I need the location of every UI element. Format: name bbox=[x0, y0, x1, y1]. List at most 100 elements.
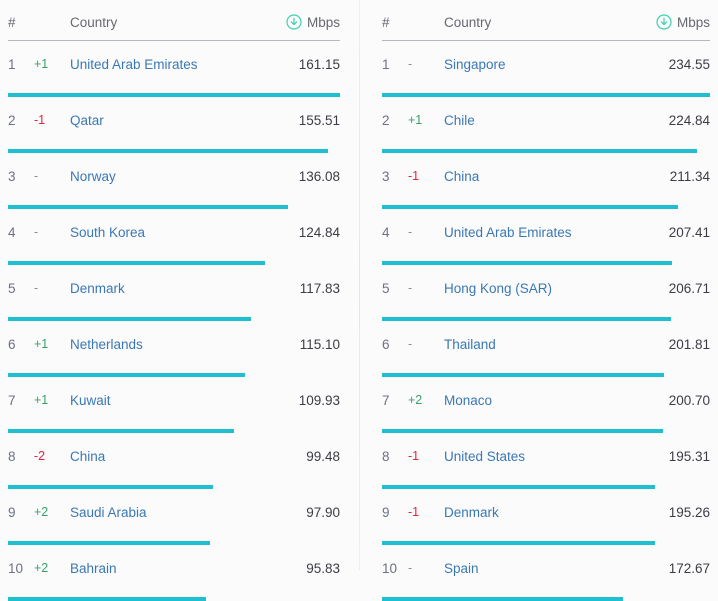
table-row[interactable]: 5-Hong Kong (SAR)206.71 bbox=[382, 265, 710, 303]
table-row[interactable]: 3-Norway136.08 bbox=[8, 153, 340, 191]
ranking-rows-left: 1 +1 United Arab Emirates161.15 2-1Qatar155… bbox=[8, 41, 340, 601]
country-link[interactable]: South Korea bbox=[70, 225, 266, 240]
speed-bar-fill bbox=[8, 205, 288, 209]
rank-change-indicator: - bbox=[34, 281, 70, 295]
table-header-left: # Country Mbps bbox=[8, 0, 340, 40]
table-row[interactable]: 8-1United States195.31 bbox=[382, 433, 710, 471]
speed-value: 117.83 bbox=[266, 281, 340, 296]
table-row[interactable]: 6+1Netherlands115.10 bbox=[8, 321, 340, 359]
speed-bar-fill bbox=[382, 149, 697, 153]
speed-value: 161.15 bbox=[266, 57, 340, 72]
rank-change-indicator: +1 bbox=[408, 113, 444, 127]
country-link[interactable]: Singapore bbox=[444, 57, 636, 72]
table-row[interactable]: 1+1United Arab Emirates161.15 bbox=[8, 41, 340, 79]
rank-change-indicator: -1 bbox=[408, 505, 444, 519]
ranking-rows-right: 1-Singapore234.55 2+1Chile224.84 3-1China2… bbox=[382, 41, 710, 601]
rank-number: 10 bbox=[8, 561, 34, 576]
speed-bar-fill bbox=[382, 93, 710, 97]
table-row[interactable]: 7+2Monaco200.70 bbox=[382, 377, 710, 415]
speed-bar-track bbox=[382, 485, 710, 489]
rank-number: 7 bbox=[382, 393, 408, 408]
rank-number: 1 bbox=[8, 57, 34, 72]
table-row[interactable]: 6-Thailand201.81 bbox=[382, 321, 710, 359]
speed-bar-track bbox=[382, 597, 710, 601]
country-link[interactable]: China bbox=[444, 169, 636, 184]
header-rank: # bbox=[382, 15, 408, 30]
table-row[interactable]: 2+1Chile224.84 bbox=[382, 97, 710, 135]
speed-bar-track bbox=[8, 205, 340, 209]
rank-number: 8 bbox=[382, 449, 408, 464]
speed-value: 206.71 bbox=[636, 281, 710, 296]
rank-number: 9 bbox=[8, 505, 34, 520]
header-value-label: Mbps bbox=[677, 15, 710, 30]
download-circle-icon bbox=[286, 14, 302, 30]
country-link[interactable]: Netherlands bbox=[70, 337, 266, 352]
country-link[interactable]: Hong Kong (SAR) bbox=[444, 281, 636, 296]
speed-bar-fill bbox=[8, 93, 340, 97]
table-row[interactable]: 3-1China211.34 bbox=[382, 153, 710, 191]
table-row[interactable]: 5-Denmark117.83 bbox=[8, 265, 340, 303]
country-link[interactable]: Bahrain bbox=[70, 561, 266, 576]
speed-bar-fill bbox=[382, 317, 671, 321]
rank-number: 5 bbox=[382, 281, 408, 296]
vertical-divider bbox=[359, 0, 360, 570]
table-row[interactable]: 9-1Denmark195.26 bbox=[382, 489, 710, 527]
speed-bar-fill bbox=[8, 261, 265, 265]
speed-bar-fill bbox=[382, 541, 655, 545]
table-row[interactable]: 10-Spain172.67 bbox=[382, 545, 710, 583]
speed-bar-fill bbox=[8, 317, 251, 321]
country-link[interactable]: Kuwait bbox=[70, 393, 266, 408]
table-row[interactable]: 4-United Arab Emirates207.41 bbox=[382, 209, 710, 247]
table-row[interactable]: 8-2China99.48 bbox=[8, 433, 340, 471]
speed-value: 109.93 bbox=[266, 393, 340, 408]
rank-number: 6 bbox=[382, 337, 408, 352]
table-row[interactable]: 9+2Saudi Arabia97.90 bbox=[8, 489, 340, 527]
country-link[interactable]: Spain bbox=[444, 561, 636, 576]
table-row[interactable]: 2-1Qatar155.51 bbox=[8, 97, 340, 135]
rank-change-indicator: +2 bbox=[34, 561, 70, 575]
table-row[interactable]: 4-South Korea124.84 bbox=[8, 209, 340, 247]
speed-bar-fill bbox=[382, 373, 664, 377]
speed-bar-fill bbox=[8, 485, 213, 489]
header-value[interactable]: Mbps bbox=[638, 14, 710, 30]
country-link[interactable]: United States bbox=[444, 449, 636, 464]
speed-value: 97.90 bbox=[266, 505, 340, 520]
speed-bar-track bbox=[382, 93, 710, 97]
speed-bar-fill bbox=[382, 485, 655, 489]
rank-change-indicator: - bbox=[408, 561, 444, 575]
country-link[interactable]: Monaco bbox=[444, 393, 636, 408]
country-link[interactable]: Saudi Arabia bbox=[70, 505, 266, 520]
table-row[interactable]: 10+2Bahrain95.83 bbox=[8, 545, 340, 583]
rank-change-indicator: +1 bbox=[34, 393, 70, 407]
speed-bar-track bbox=[8, 261, 340, 265]
speed-value: 99.48 bbox=[266, 449, 340, 464]
speed-bar-track bbox=[382, 373, 710, 377]
country-link[interactable]: China bbox=[70, 449, 266, 464]
country-link[interactable]: Thailand bbox=[444, 337, 636, 352]
speed-value: 224.84 bbox=[636, 113, 710, 128]
speed-bar-fill bbox=[382, 261, 672, 265]
rank-change-indicator: - bbox=[408, 225, 444, 239]
speed-bar-track bbox=[8, 429, 340, 433]
rank-change-indicator: - bbox=[408, 337, 444, 351]
rank-change-indicator: +2 bbox=[34, 505, 70, 519]
rank-number: 9 bbox=[382, 505, 408, 520]
country-link[interactable]: Denmark bbox=[70, 281, 266, 296]
country-link[interactable]: Qatar bbox=[70, 113, 266, 128]
speed-bar-track bbox=[382, 541, 710, 545]
ranking-panel-left: # Country Mbps 1 +1 United Arab Emirates bbox=[0, 0, 350, 570]
header-value[interactable]: Mbps bbox=[268, 14, 340, 30]
speed-bar-fill bbox=[8, 373, 245, 377]
speed-ranking-board: # Country Mbps 1 +1 United Arab Emirates bbox=[0, 0, 718, 570]
country-link[interactable]: Chile bbox=[444, 113, 636, 128]
country-link[interactable]: United Arab Emirates bbox=[70, 57, 266, 72]
country-link[interactable]: Denmark bbox=[444, 505, 636, 520]
speed-value: 172.67 bbox=[636, 561, 710, 576]
download-circle-icon bbox=[656, 14, 672, 30]
table-row[interactable]: 7+1Kuwait109.93 bbox=[8, 377, 340, 415]
country-link[interactable]: United Arab Emirates bbox=[444, 225, 636, 240]
table-row[interactable]: 1-Singapore234.55 bbox=[382, 41, 710, 79]
country-link[interactable]: Norway bbox=[70, 169, 266, 184]
header-divider-left bbox=[8, 40, 340, 41]
rank-number: 6 bbox=[8, 337, 34, 352]
